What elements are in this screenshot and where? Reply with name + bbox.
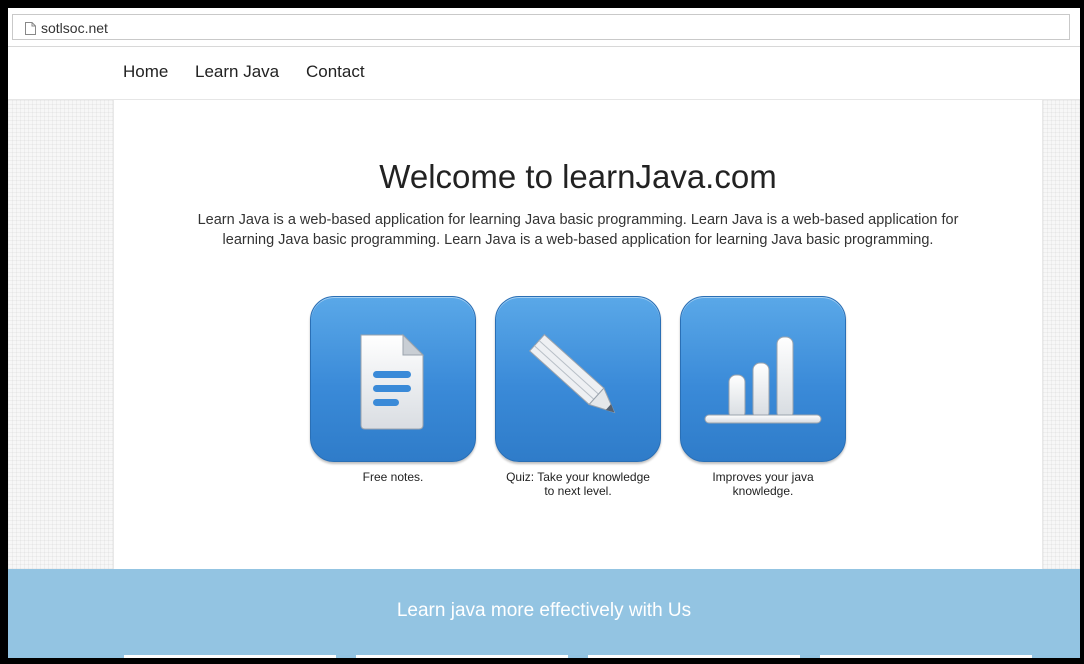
browser-window: sotlsoc.net Home Learn Java Contact Welc… — [8, 8, 1080, 658]
quiz-tile[interactable] — [495, 296, 661, 462]
right-gutter — [1042, 100, 1080, 570]
feature-improves-knowledge: Improves your java knowledge. — [678, 296, 848, 498]
footer-card — [124, 655, 336, 658]
url-text: sotlsoc.net — [41, 20, 108, 36]
caption-line: knowledge. — [732, 484, 794, 498]
feature-free-notes: Free notes. — [308, 296, 478, 484]
intro-paragraph: Learn Java is a web-based application fo… — [197, 212, 959, 248]
nav-contact-link[interactable]: Contact — [306, 62, 365, 82]
left-gutter — [8, 100, 114, 570]
bar-chart-icon — [704, 336, 822, 424]
page-title: Welcome to learnJava.com — [379, 158, 777, 195]
improves-knowledge-tile[interactable] — [680, 296, 846, 462]
footer-card — [356, 655, 568, 658]
top-navbar: Home Learn Java Contact — [8, 47, 1080, 100]
document-icon — [360, 333, 425, 430]
footer-heading: Learn java more effectively with Us — [396, 600, 692, 621]
caption-line: Quiz: Take your knowledge — [506, 470, 650, 484]
footer-card — [588, 655, 800, 658]
pencil-icon — [528, 333, 616, 414]
main-content: Welcome to learnJava.com Learn Java is a… — [114, 100, 1042, 570]
feature-caption: Free notes. — [308, 470, 478, 484]
nav-home-link[interactable]: Home — [123, 62, 168, 82]
page-icon — [25, 22, 36, 35]
free-notes-tile[interactable] — [310, 296, 476, 462]
footer-section: Learn java more effectively with Us — [8, 569, 1080, 658]
feature-quiz: Quiz: Take your knowledge to next level. — [493, 296, 663, 498]
nav-learn-java-link[interactable]: Learn Java — [195, 62, 279, 82]
caption-line: to next level. — [544, 484, 612, 498]
feature-caption: Improves your java knowledge. — [678, 470, 848, 498]
url-field[interactable]: sotlsoc.net — [12, 14, 1070, 40]
footer-card — [820, 655, 1032, 658]
caption-line: Improves your java — [712, 470, 814, 484]
caption-line: Free notes. — [362, 470, 424, 484]
feature-caption: Quiz: Take your knowledge to next level. — [493, 470, 663, 498]
address-bar: sotlsoc.net — [8, 8, 1080, 47]
